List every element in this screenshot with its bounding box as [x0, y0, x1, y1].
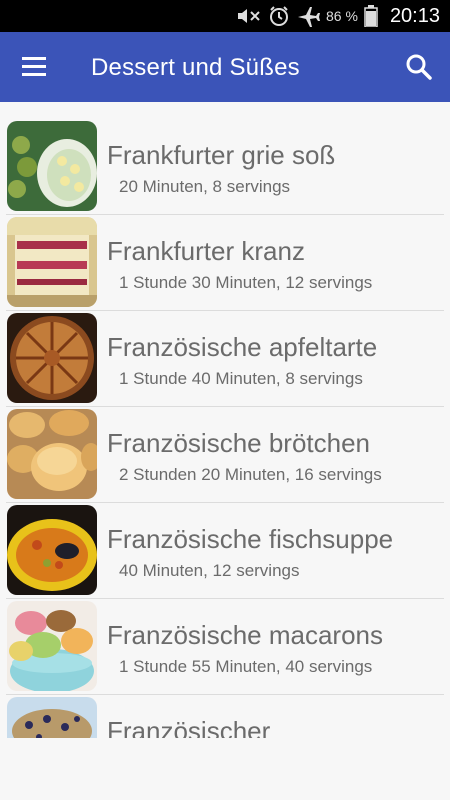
recipe-title: Frankfurter grie soß: [107, 140, 336, 170]
recipe-item[interactable]: Französische apfeltarte 1 Stunde 40 Minu…: [0, 294, 450, 407]
recipe-subtitle: 1 Stunde 40 Minuten, 8 servings: [119, 369, 363, 388]
recipe-item[interactable]: Französische macarons 1 Stunde 55 Minute…: [0, 582, 450, 695]
battery-icon: [364, 5, 378, 27]
recipe-item[interactable]: Frankfurter grie soß 20 Minuten, 8 servi…: [0, 102, 450, 215]
status-icons: 86 % 20:13: [236, 4, 440, 28]
recipe-subtitle: 1 Stunde 55 Minuten, 40 servings: [119, 657, 373, 676]
status-bar: 86 % 20:13: [0, 0, 450, 32]
alarm-icon: [270, 6, 289, 26]
mute-icon: [238, 9, 260, 23]
search-icon: [406, 54, 432, 80]
hamburger-menu-icon: [22, 57, 46, 76]
recipe-subtitle: 1 Stunde 30 Minuten, 12 servings: [119, 273, 373, 292]
airplane-icon: [298, 7, 321, 27]
recipe-subtitle: 20 Minuten, 8 servings: [119, 177, 291, 196]
recipe-title: Französische apfeltarte: [107, 332, 378, 362]
app-bar: Dessert und Süßes: [0, 32, 450, 102]
recipe-title: Französische brötchen: [107, 428, 371, 458]
recipe-subtitle: 40 Minuten, 12 servings: [119, 561, 300, 580]
recipe-thumbnail: [7, 697, 97, 738]
recipe-item[interactable]: Französische fischsuppe 40 Minuten, 12 s…: [0, 486, 450, 599]
recipe-item[interactable]: Französischer: [0, 678, 450, 738]
recipe-item[interactable]: Frankfurter kranz 1 Stunde 30 Minuten, 1…: [0, 198, 450, 311]
recipe-item[interactable]: Französische brötchen 2 Stunden 20 Minut…: [0, 390, 450, 503]
recipe-title: Französische macarons: [107, 620, 383, 650]
search-button[interactable]: [404, 52, 434, 82]
recipe-title: Französische fischsuppe: [107, 524, 394, 554]
recipe-subtitle: 2 Stunden 20 Minuten, 16 servings: [119, 465, 382, 484]
menu-button[interactable]: [18, 52, 52, 82]
page-title: Dessert und Süßes: [91, 54, 300, 81]
clock: 20:13: [389, 4, 440, 27]
recipe-title: Französischer: [107, 716, 271, 738]
recipe-title: Frankfurter kranz: [107, 236, 305, 266]
battery-percent: 86 %: [326, 8, 358, 24]
recipe-list[interactable]: Frankfurter grie soß 20 Minuten, 8 servi…: [0, 102, 450, 738]
